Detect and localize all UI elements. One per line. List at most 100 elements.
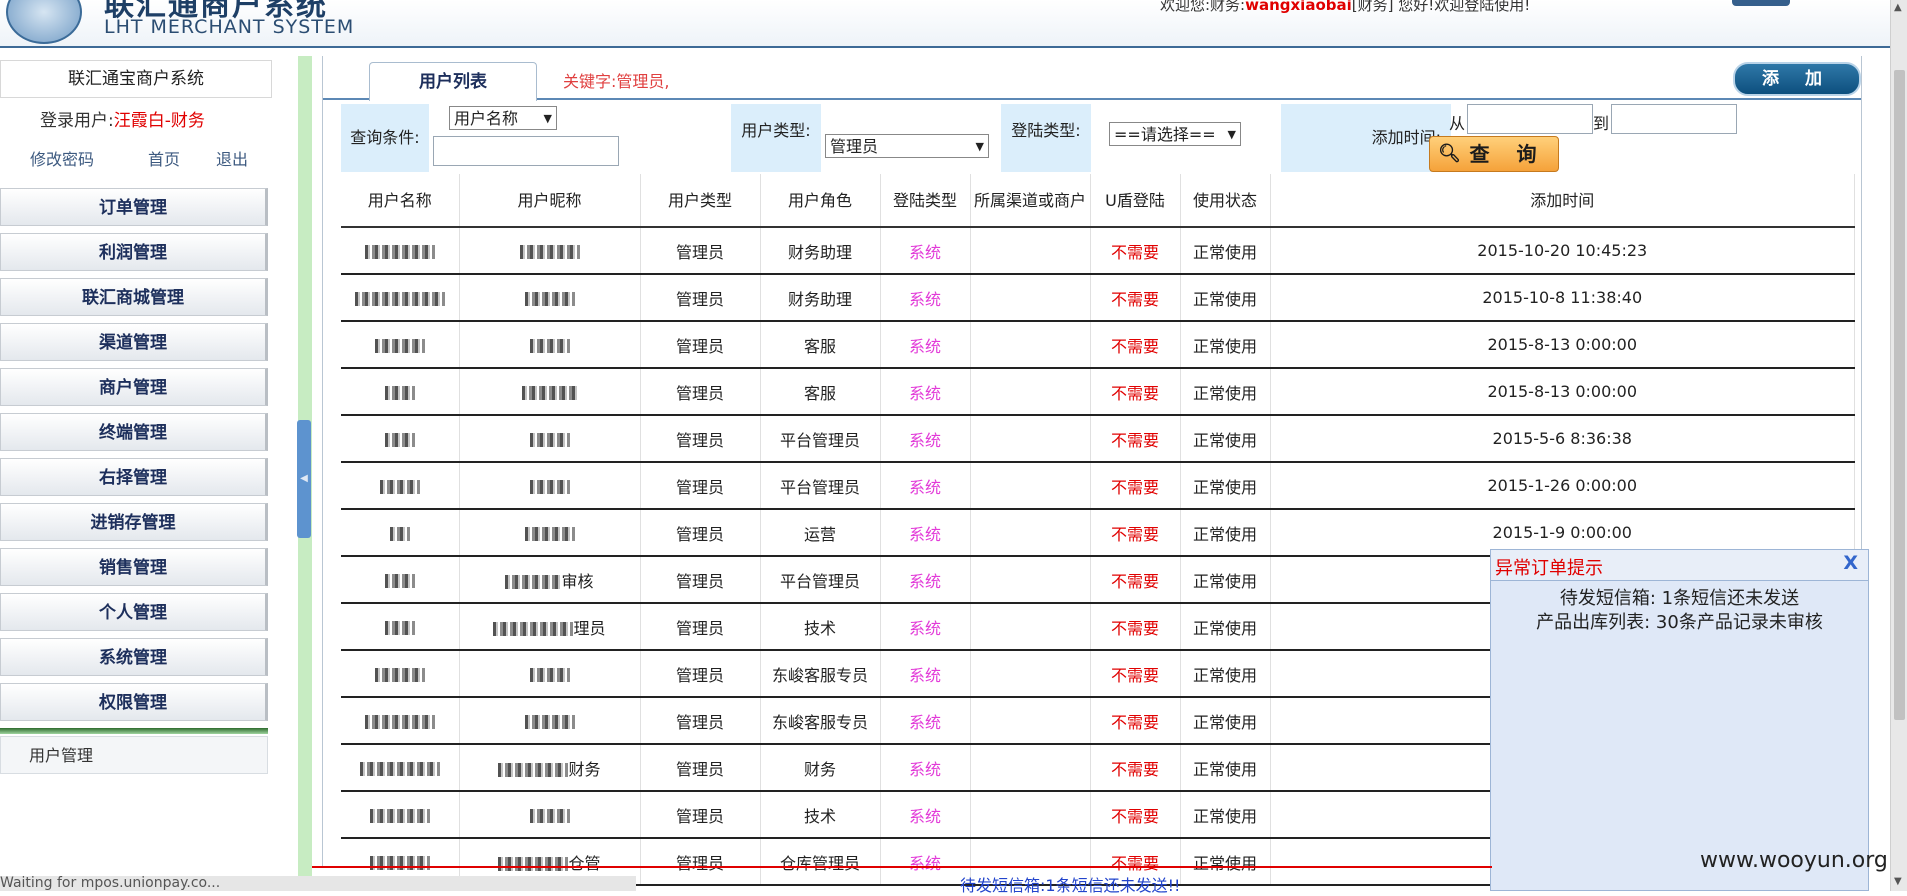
redacted-username — [359, 761, 440, 776]
end-date-input[interactable] — [1611, 104, 1737, 134]
status-cell: 正常使用 — [1180, 650, 1271, 698]
table-row[interactable]: 管理员 客服 系统 不需要 正常使用 2015-8-13 0:00:00 — [341, 321, 1855, 369]
redacted-nickname — [529, 667, 570, 682]
query-field-value: 用户名称 — [454, 109, 519, 128]
col-status[interactable]: 使用状态 — [1180, 174, 1271, 228]
col-channel[interactable]: 所属渠道或商户 — [970, 174, 1091, 228]
status-cell: 正常使用 — [1180, 556, 1271, 604]
home-link[interactable]: 首页 — [148, 146, 180, 170]
menu-item-channel[interactable]: 渠道管理 — [0, 323, 268, 361]
close-icon[interactable]: X — [1843, 552, 1858, 574]
query-button[interactable]: 🔍︎ 查 询 — [1429, 136, 1559, 172]
login-user: 汪霞白-财务 — [113, 111, 205, 131]
login-type-cell: 系统 — [880, 462, 971, 510]
redacted-nickname — [524, 714, 575, 729]
col-ukey[interactable]: U盾登陆 — [1090, 174, 1181, 228]
username-cell — [341, 791, 460, 839]
login-type-cell: 系统 — [880, 838, 971, 886]
menu-item-personal[interactable]: 个人管理 — [0, 593, 268, 631]
popup-sms-line[interactable]: 待发短信箱: 1条短信还未发送 — [1491, 587, 1868, 611]
collapse-sidebar-handle[interactable]: ◀ — [297, 420, 311, 538]
user-role-cell: 财务助理 — [760, 227, 881, 275]
menu-item-profit[interactable]: 利润管理 — [0, 233, 268, 271]
logout-link[interactable]: 退出 — [216, 146, 248, 170]
ukey-cell: 不需要 — [1090, 697, 1181, 745]
col-user-role[interactable]: 用户角色 — [760, 174, 881, 228]
status-cell: 正常使用 — [1180, 274, 1271, 322]
start-date-input[interactable] — [1467, 104, 1593, 134]
user-role-cell: 财务助理 — [760, 274, 881, 322]
user-role-cell: 东峻客服专员 — [760, 650, 881, 698]
query-field-select[interactable]: 用户名称 ▼ — [449, 106, 557, 130]
menu-item-merchant[interactable]: 商户管理 — [0, 368, 268, 406]
user-type-value: 管理员 — [830, 137, 879, 156]
table-row[interactable]: 管理员 平台管理员 系统 不需要 正常使用 2015-1-26 0:00:00 — [341, 462, 1855, 510]
status-cell: 正常使用 — [1180, 227, 1271, 275]
popup-product-line[interactable]: 产品出库列表: 30条产品记录未审核 — [1491, 611, 1868, 635]
ukey-cell: 不需要 — [1090, 556, 1181, 604]
menu-item-inventory[interactable]: 进销存管理 — [0, 503, 268, 541]
nickname-cell — [459, 462, 641, 510]
menu-item-permission[interactable]: 权限管理 — [0, 683, 268, 721]
col-nickname[interactable]: 用户昵称 — [459, 174, 641, 228]
user-type-cell: 管理员 — [640, 791, 761, 839]
sms-notice[interactable]: 待发短信箱:1条短信还未发送!! — [960, 872, 1180, 896]
menu-item-orders[interactable]: 订单管理 — [0, 188, 268, 226]
user-type-select[interactable]: 管理员 ▼ — [825, 134, 989, 158]
username-cell — [341, 697, 460, 745]
user-type-cell: 管理员 — [640, 274, 761, 322]
redacted-username — [384, 385, 415, 400]
login-type-select[interactable]: ==请选择== ▼ — [1109, 122, 1241, 146]
login-type-cell: 系统 — [880, 603, 971, 651]
col-username[interactable]: 用户名称 — [341, 174, 460, 228]
table-row[interactable]: 管理员 财务助理 系统 不需要 正常使用 2015-10-20 10:45:23 — [341, 227, 1855, 275]
menu-item-terminal[interactable]: 终端管理 — [0, 413, 268, 451]
login-type-cell: 系统 — [880, 509, 971, 557]
watermark: www.wooyun.org — [1700, 848, 1888, 873]
welcome-user: wangxiaobai — [1245, 0, 1352, 14]
status-cell: 正常使用 — [1180, 415, 1271, 463]
login-type-cell: 系统 — [880, 415, 971, 463]
redacted-username — [379, 479, 420, 494]
change-password-link[interactable]: 修改密码 — [30, 146, 94, 170]
status-cell: 正常使用 — [1180, 603, 1271, 651]
col-user-type[interactable]: 用户类型 — [640, 174, 761, 228]
menu-item-mall[interactable]: 联汇商城管理 — [0, 278, 268, 316]
col-add-time[interactable]: 添加时间 — [1270, 174, 1855, 228]
scroll-down-icon[interactable]: ▼ — [1894, 876, 1902, 887]
ukey-cell: 不需要 — [1090, 603, 1181, 651]
header-button[interactable] — [1732, 0, 1790, 6]
nickname-cell — [459, 274, 641, 322]
table-row[interactable]: 管理员 平台管理员 系统 不需要 正常使用 2015-5-6 8:36:38 — [341, 415, 1855, 463]
status-cell: 正常使用 — [1180, 838, 1271, 886]
username-cell — [341, 274, 460, 322]
nickname-suffix: 财务 — [568, 759, 601, 779]
menu-item-choice[interactable]: 右择管理 — [0, 458, 268, 496]
user-role-cell: 财务 — [760, 744, 881, 792]
browser-status-bar: Waiting for mpos.unionpay.co... — [0, 876, 636, 891]
channel-cell — [970, 368, 1091, 416]
page-scrollbar[interactable]: ▲ ▼ — [1890, 0, 1907, 891]
add-time-cell: 2015-10-8 11:38:40 — [1270, 274, 1855, 322]
user-role-cell: 技术 — [760, 791, 881, 839]
add-button[interactable]: 添 加 — [1733, 62, 1861, 96]
ukey-cell: 不需要 — [1090, 274, 1181, 322]
scroll-up-icon[interactable]: ▲ — [1894, 2, 1902, 13]
menu-item-sales[interactable]: 销售管理 — [0, 548, 268, 586]
scrollbar-thumb[interactable] — [1894, 70, 1905, 720]
menu-item-system[interactable]: 系统管理 — [0, 638, 268, 676]
table-row[interactable]: 管理员 财务助理 系统 不需要 正常使用 2015-10-8 11:38:40 — [341, 274, 1855, 322]
username-cell — [341, 603, 460, 651]
col-login-type[interactable]: 登陆类型 — [880, 174, 971, 228]
login-type-cell: 系统 — [880, 321, 971, 369]
sub-item-user-management[interactable]: 用户管理 — [0, 736, 268, 774]
add-time-label: 添加时间: — [1281, 104, 1451, 172]
table-row[interactable]: 管理员 客服 系统 不需要 正常使用 2015-8-13 0:00:00 — [341, 368, 1855, 416]
redacted-nickname — [493, 622, 574, 636]
user-type-cell: 管理员 — [640, 321, 761, 369]
user-type-label: 用户类型: — [731, 104, 821, 172]
tab-user-list[interactable]: 用户列表 — [369, 62, 537, 101]
query-value-input[interactable] — [433, 136, 619, 166]
user-role-cell: 运营 — [760, 509, 881, 557]
redacted-nickname — [498, 857, 569, 871]
